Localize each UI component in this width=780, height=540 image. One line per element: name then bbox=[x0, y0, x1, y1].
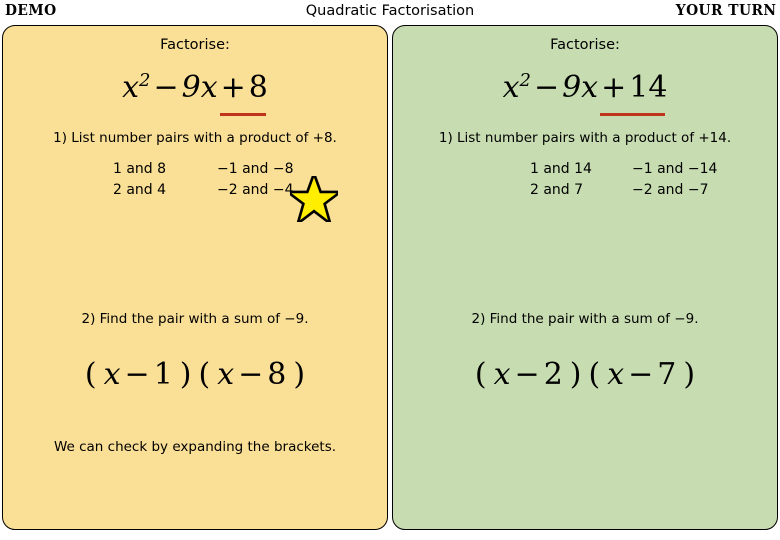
star-icon bbox=[283, 169, 345, 227]
your-turn-label: YOUR TURN bbox=[675, 1, 776, 19]
result-close-paren-2: ) bbox=[683, 357, 696, 392]
page-header: DEMO Quadratic Factorisation YOUR TURN bbox=[0, 0, 780, 24]
quadratic-equation-right: x2−9x +14 bbox=[393, 70, 777, 116]
equation-plus-op: + bbox=[601, 70, 627, 105]
equation-exponent: 2 bbox=[139, 70, 151, 91]
equation-plus-op: + bbox=[220, 70, 246, 105]
equation-underlined-constant: +8 bbox=[218, 70, 268, 116]
step-1-text-left: 1) List number pairs with a product of +… bbox=[53, 130, 337, 146]
your-turn-panel: Factorise: x2−9x +14 1) List number pairs… bbox=[392, 25, 778, 530]
result-number-2: 7 bbox=[657, 357, 677, 392]
pair-positive: 1 and 14 bbox=[530, 161, 592, 177]
pair-negative: −1 and −14 bbox=[632, 161, 718, 177]
equation-middle-term: 9x bbox=[181, 70, 218, 105]
number-pair-row: 1 and 8 −1 and −8 bbox=[25, 159, 409, 180]
step-2-text-left: 2) Find the pair with a sum of −9. bbox=[81, 311, 309, 327]
result-op-2: − bbox=[238, 357, 264, 392]
factored-result-left: (x −1)(x −8) bbox=[3, 356, 387, 394]
result-op-1: − bbox=[514, 357, 540, 392]
factored-result-right: (x −2)(x −7) bbox=[393, 356, 777, 394]
check-note-left: We can check by expanding the brackets. bbox=[53, 439, 337, 455]
pair-positive: 1 and 8 bbox=[113, 161, 167, 177]
result-variable-2: x bbox=[607, 357, 625, 392]
number-pairs-right: 1 and 14 −1 and −14 2 and 7 −2 and −7 bbox=[393, 159, 780, 201]
equation-underlined-constant: +14 bbox=[598, 70, 668, 116]
equation-constant: 14 bbox=[629, 70, 668, 105]
result-number-1: 1 bbox=[153, 357, 173, 392]
result-op-1: − bbox=[124, 357, 150, 392]
result-open-paren-1: ( bbox=[84, 357, 97, 392]
pair-positive: 2 and 4 bbox=[113, 182, 167, 198]
result-open-paren-2: ( bbox=[198, 357, 211, 392]
pair-positive: 2 and 7 bbox=[530, 182, 584, 198]
number-pair-row: 2 and 4 −2 and −4 bbox=[25, 180, 409, 201]
factorise-label-left: Factorise: bbox=[160, 37, 230, 53]
equation-variable: x bbox=[122, 70, 140, 105]
result-close-paren-1: ) bbox=[569, 357, 582, 392]
equation-variable: x bbox=[502, 70, 520, 105]
result-op-2: − bbox=[628, 357, 654, 392]
number-pair-row: 1 and 14 −1 and −14 bbox=[441, 159, 780, 180]
quadratic-equation-left: x2−9x +8 bbox=[3, 70, 387, 116]
number-pairs-left: 1 and 8 −1 and −8 2 and 4 −2 and −4 bbox=[3, 159, 409, 201]
result-close-paren-1: ) bbox=[179, 357, 192, 392]
result-variable-2: x bbox=[217, 357, 235, 392]
equation-minus-op: − bbox=[533, 70, 560, 105]
equation-minus-op: − bbox=[153, 70, 179, 105]
equation-exponent: 2 bbox=[519, 70, 531, 91]
step-2-text-right: 2) Find the pair with a sum of −9. bbox=[471, 311, 699, 327]
result-variable-1: x bbox=[103, 357, 121, 392]
result-close-paren-2: ) bbox=[293, 357, 306, 392]
pair-negative: −2 and −7 bbox=[632, 182, 709, 198]
result-number-2: 8 bbox=[267, 357, 287, 392]
page-title: Quadratic Factorisation bbox=[305, 3, 475, 19]
equation-middle-term: 9x bbox=[562, 70, 599, 105]
result-number-1: 2 bbox=[543, 357, 563, 392]
demo-panel: Factorise: x2−9x +8 1) List number pairs … bbox=[2, 25, 388, 530]
factorise-label-right: Factorise: bbox=[550, 37, 620, 53]
result-variable-1: x bbox=[493, 357, 511, 392]
number-pair-row: 2 and 7 −2 and −7 bbox=[441, 180, 780, 201]
equation-constant: 8 bbox=[248, 70, 268, 105]
step-1-text-right: 1) List number pairs with a product of +… bbox=[438, 130, 732, 146]
result-open-paren-2: ( bbox=[588, 357, 601, 392]
result-open-paren-1: ( bbox=[474, 357, 487, 392]
